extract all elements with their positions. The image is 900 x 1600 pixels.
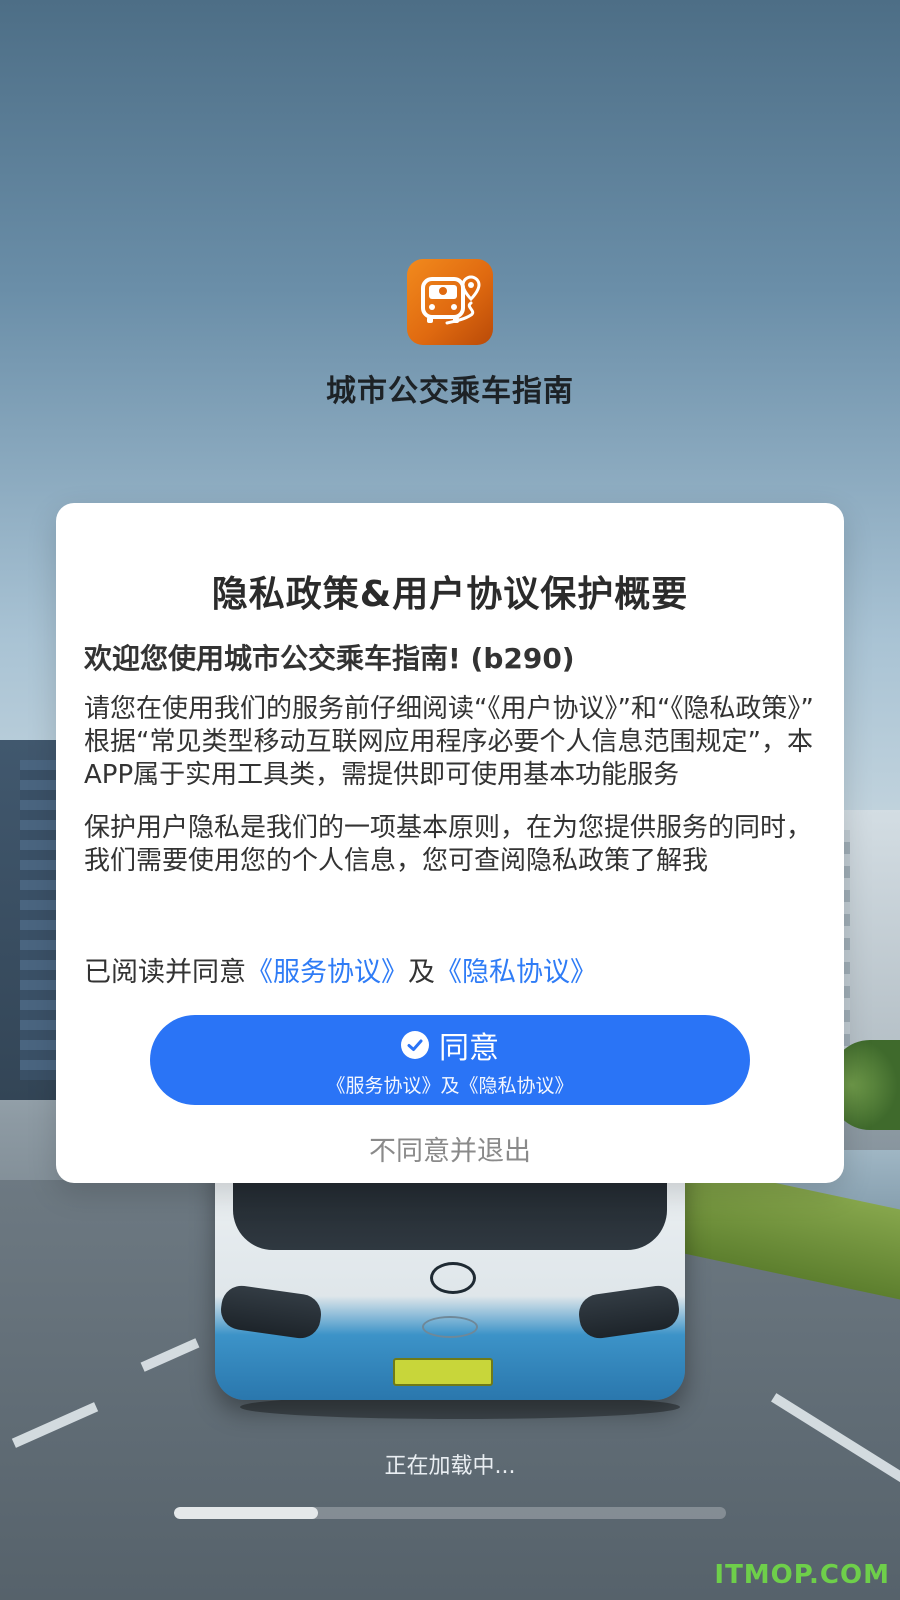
loading-text: 正在加载中...: [384, 1454, 516, 1479]
policy-paragraph: 保护用户隐私是我们的一项基本原则，在为您提供服务的同时，我们需要使用您的个人信息…: [84, 813, 813, 876]
agree-button-label: 同意: [439, 1030, 499, 1066]
app-name: 城市公交乘车指南: [326, 374, 574, 409]
welcome-text: 欢迎您使用城市公交乘车指南! (b290): [84, 642, 575, 675]
policy-paragraph: 根据“常见类型移动互联网应用程序必要个人信息范围规定”，本APP属于实用工具类，…: [84, 727, 813, 790]
splash-screen: 城市公交乘车指南 隐私政策&用户协议保护概要 欢迎您使用城市公交乘车指南! (b…: [0, 0, 900, 1600]
dialog-title: 隐私政策&用户协议保护概要: [211, 574, 689, 615]
bus-headlight: [576, 1283, 682, 1341]
loading-progress-fill: [174, 1507, 318, 1519]
privacy-agreement-link[interactable]: 《隐私协议》: [435, 957, 597, 988]
app-logo: [407, 259, 493, 345]
agree-button-sublabel: 《服务协议》及《隐私协议》: [326, 1074, 574, 1097]
agreement-statement: 已阅读并同意《服务协议》及《隐私协议》: [84, 950, 824, 989]
loading-progress-bar: [174, 1507, 726, 1519]
agree-button[interactable]: 同意 《服务协议》及《隐私协议》: [150, 1015, 750, 1105]
bus-location-icon: [421, 275, 481, 325]
policy-paragraph: 请您在使用我们的服务前仔细阅读“《用户协议》”和“《隐私政策》”: [84, 694, 814, 724]
bus-license-plate: [393, 1358, 493, 1386]
agreement-prefix: 已阅读并同意: [84, 957, 246, 988]
agreement-conjunction: 及: [408, 957, 435, 988]
bus-emblem: [430, 1262, 476, 1294]
agree-button-main: 同意: [401, 1023, 499, 1067]
check-circle-icon: [401, 1030, 429, 1059]
background-building: [20, 760, 60, 1080]
bus-headlight: [218, 1283, 324, 1341]
policy-text-scroll[interactable]: 请您在使用我们的服务前仔细阅读“《用户协议》”和“《隐私政策》” 根据“常见类型…: [84, 693, 824, 923]
bus-emblem: [422, 1316, 478, 1338]
watermark-text: ITMOP.COM: [714, 1560, 890, 1590]
service-agreement-link[interactable]: 《服务协议》: [246, 957, 408, 988]
decline-exit-button[interactable]: 不同意并退出: [56, 1129, 844, 1168]
privacy-dialog: 隐私政策&用户协议保护概要 欢迎您使用城市公交乘车指南! (b290) 请您在使…: [56, 503, 844, 1183]
